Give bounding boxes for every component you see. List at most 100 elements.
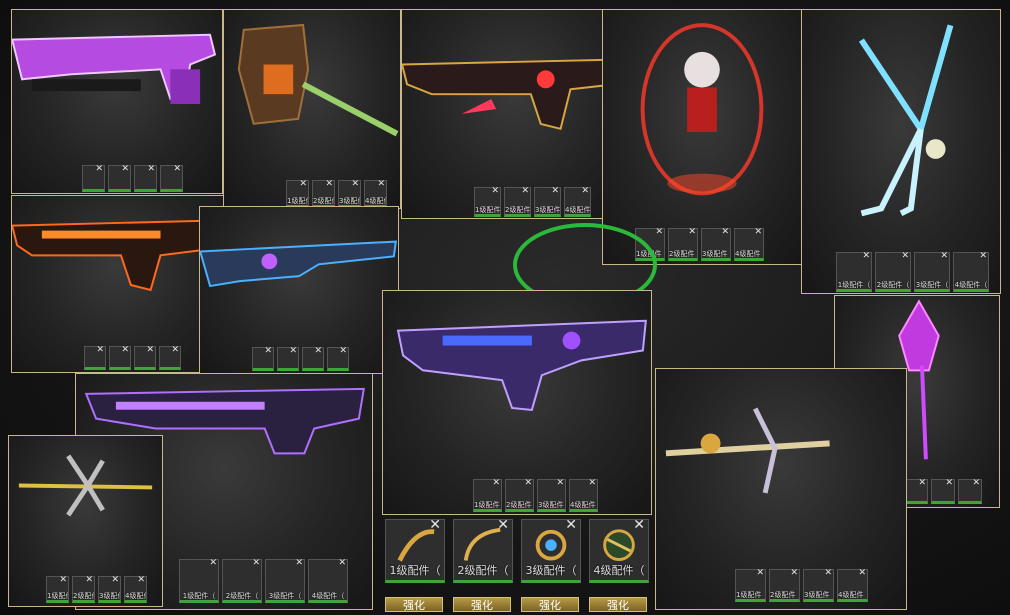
attachment-slot[interactable]: ✕2级配件（ [668,227,698,261]
close-icon[interactable]: ✕ [429,518,441,532]
attachment-slot[interactable]: ✕3级配件（ [914,251,950,292]
close-icon[interactable]: ✕ [790,568,798,578]
close-icon[interactable]: ✕ [756,568,764,578]
close-icon[interactable]: ✕ [209,558,217,568]
attachment-slot[interactable]: ✕1级配件（ [836,251,872,292]
close-icon[interactable]: ✕ [252,558,260,568]
attachment-slot[interactable]: ✕4级配件（ [308,558,348,603]
enhance-button[interactable]: 强化 [453,597,511,612]
close-icon[interactable]: ✕ [121,345,129,355]
attachment-slot[interactable]: ✕4级配件（ [837,568,868,602]
close-icon[interactable]: ✕ [918,478,926,488]
close-icon[interactable]: ✕ [862,251,870,261]
attachment-slot[interactable]: ✕ [84,345,106,370]
close-icon[interactable]: ✕ [59,575,67,585]
close-icon[interactable]: ✕ [85,575,93,585]
close-icon[interactable]: ✕ [339,346,347,356]
close-icon[interactable]: ✕ [551,186,559,196]
attachment-slot[interactable]: ✕ [109,345,131,370]
attachment-slot[interactable]: ✕2级配件（ [222,558,262,603]
attachment-slot[interactable]: ✕ [904,478,928,504]
attachment-slot[interactable]: ✕ [82,164,105,192]
close-icon[interactable]: ✕ [171,345,179,355]
attachment-slot[interactable]: ✕1级配件（ [474,186,501,217]
attachment-slot[interactable]: ✕4级配件（ [124,575,147,603]
enhance-button[interactable]: 强化 [385,597,443,612]
close-icon[interactable]: ✕ [314,346,322,356]
attachment-slot[interactable]: ✕1级配件（ [735,568,766,602]
attachment-slot[interactable]: ✕1级配件（ [473,478,502,512]
close-icon[interactable]: ✕ [492,478,500,488]
close-icon[interactable]: ✕ [858,568,866,578]
attachment-slot[interactable]: ✕4级配件（ [364,179,387,208]
close-icon[interactable]: ✕ [524,478,532,488]
close-icon[interactable]: ✕ [377,179,385,189]
attachment-slot[interactable]: ✕2级配件（ [312,179,335,208]
close-icon[interactable]: ✕ [299,179,307,189]
close-icon[interactable]: ✕ [945,478,953,488]
close-icon[interactable]: ✕ [173,164,181,174]
close-icon[interactable]: ✕ [264,346,272,356]
attachment-slot[interactable]: ✕3级配件（ [537,478,566,512]
close-icon[interactable]: ✕ [979,251,987,261]
close-icon[interactable]: ✕ [556,478,564,488]
attachment-slot[interactable]: ✕2级配件（ [72,575,95,603]
attachment-slot[interactable]: ✕ [134,345,156,370]
attachment-slot[interactable]: ✕2级配件（ [769,568,800,602]
attachment-slot[interactable]: ✕1级配件（ [46,575,69,603]
featured-attachment-slot[interactable]: ✕ 1级配件（ [385,518,445,583]
close-icon[interactable]: ✕ [633,518,645,532]
close-icon[interactable]: ✕ [824,568,832,578]
close-icon[interactable]: ✕ [147,164,155,174]
attachment-slot[interactable]: ✕2级配件（ [875,251,911,292]
close-icon[interactable]: ✕ [972,478,980,488]
attachment-slot[interactable]: ✕3级配件（ [803,568,834,602]
attachment-slot[interactable]: ✕ [134,164,157,192]
attachment-slot[interactable]: ✕ [931,478,955,504]
close-icon[interactable]: ✕ [588,478,596,488]
attachment-slot[interactable]: ✕ [252,346,274,371]
close-icon[interactable]: ✕ [95,164,103,174]
featured-attachment-slot[interactable]: ✕ 4级配件（ [589,518,649,583]
attachment-slot[interactable]: ✕ [160,164,183,192]
featured-attachment-slot[interactable]: ✕ 3级配件（ [521,518,581,583]
attachment-slot[interactable]: ✕3级配件（ [98,575,121,603]
attachment-slot[interactable]: ✕4级配件（ [569,478,598,512]
attachment-slot[interactable]: ✕4级配件（ [953,251,989,292]
attachment-slot[interactable]: ✕1级配件（ [179,558,219,603]
featured-attachment-slot[interactable]: ✕ 2级配件（ [453,518,513,583]
close-icon[interactable]: ✕ [111,575,119,585]
enhance-button[interactable]: 强化 [589,597,647,612]
attachment-slot[interactable]: ✕1级配件（ [286,179,309,208]
close-icon[interactable]: ✕ [146,345,154,355]
attachment-slot[interactable]: ✕2级配件（ [505,478,534,512]
close-icon[interactable]: ✕ [565,518,577,532]
attachment-slot[interactable]: ✕ [108,164,131,192]
close-icon[interactable]: ✕ [338,558,346,568]
close-icon[interactable]: ✕ [754,227,762,237]
attachment-slot[interactable]: ✕ [277,346,299,371]
attachment-slot[interactable]: ✕3级配件（ [701,227,731,261]
close-icon[interactable]: ✕ [688,227,696,237]
close-icon[interactable]: ✕ [121,164,129,174]
close-icon[interactable]: ✕ [351,179,359,189]
close-icon[interactable]: ✕ [289,346,297,356]
close-icon[interactable]: ✕ [137,575,145,585]
close-icon[interactable]: ✕ [295,558,303,568]
close-icon[interactable]: ✕ [581,186,589,196]
close-icon[interactable]: ✕ [497,518,509,532]
close-icon[interactable]: ✕ [940,251,948,261]
close-icon[interactable]: ✕ [521,186,529,196]
close-icon[interactable]: ✕ [901,251,909,261]
attachment-slot[interactable]: ✕4级配件（ [734,227,764,261]
attachment-slot[interactable]: ✕ [958,478,982,504]
attachment-slot[interactable]: ✕ [302,346,324,371]
close-icon[interactable]: ✕ [96,345,104,355]
close-icon[interactable]: ✕ [325,179,333,189]
attachment-slot[interactable]: ✕3级配件（ [338,179,361,208]
attachment-slot[interactable]: ✕3级配件（ [265,558,305,603]
close-icon[interactable]: ✕ [491,186,499,196]
attachment-slot[interactable]: ✕ [327,346,349,371]
attachment-slot[interactable]: ✕ [159,345,181,370]
enhance-button[interactable]: 强化 [521,597,579,612]
